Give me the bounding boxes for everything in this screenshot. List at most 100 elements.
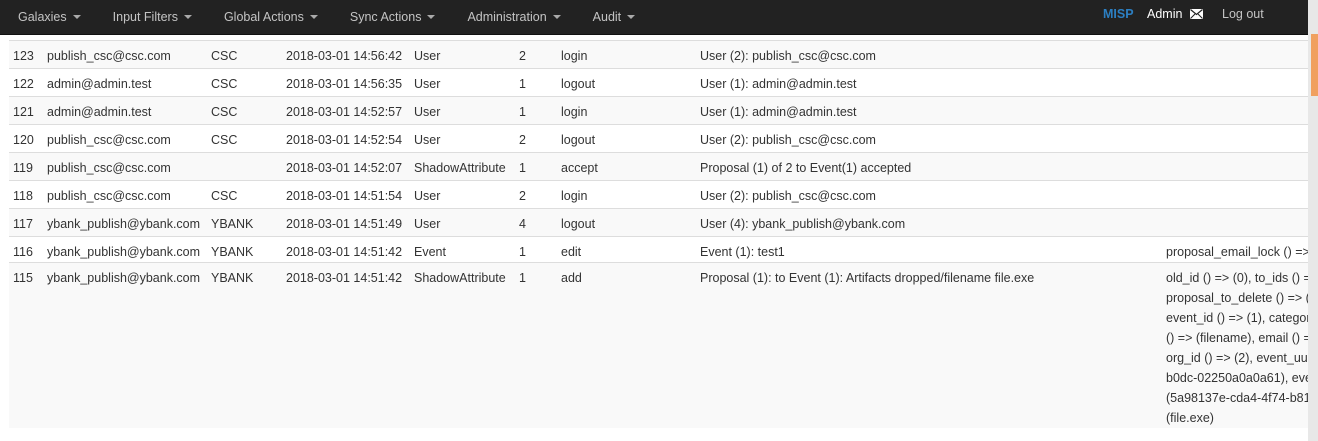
log-model-id: 1 xyxy=(519,262,561,428)
log-change-line: proposal_email_lock () => xyxy=(1166,245,1308,259)
table-row: 120 publish_csc@csc.com CSC 2018-03-01 14:5… xyxy=(9,124,1308,153)
caret-down-icon xyxy=(552,15,561,19)
log-email: publish_csc@csc.com xyxy=(47,180,211,209)
log-model-id: 1 xyxy=(519,68,561,97)
menu-sync-actions[interactable]: Sync Actions xyxy=(332,0,450,34)
menu-galaxies-label: Galaxies xyxy=(18,10,67,24)
menu-galaxies[interactable]: Galaxies xyxy=(0,0,95,34)
log-created: 2018-03-01 14:51:42 xyxy=(286,236,414,263)
log-model: ShadowAttribute xyxy=(414,262,519,428)
log-change-line: old_id () => (0), to_ids () => xyxy=(1166,271,1308,285)
menu-sync-actions-label: Sync Actions xyxy=(349,10,422,24)
log-change-line: proposal_to_delete () => (0 xyxy=(1166,291,1308,305)
scrollbar-thumb[interactable] xyxy=(1311,34,1318,96)
log-change xyxy=(1166,152,1308,181)
log-id: 120 xyxy=(9,124,47,153)
log-model: User xyxy=(414,68,519,97)
log-change xyxy=(1166,68,1308,97)
log-change xyxy=(1166,180,1308,209)
log-title: User (2): publish_csc@csc.com xyxy=(700,124,1166,153)
log-model: User xyxy=(414,180,519,209)
log-model: User xyxy=(414,124,519,153)
caret-down-icon xyxy=(183,15,192,19)
log-created: 2018-03-01 14:52:07 xyxy=(286,152,414,181)
log-model: Event xyxy=(414,236,519,263)
log-model: User xyxy=(414,96,519,125)
log-id: 117 xyxy=(9,208,47,237)
log-id: 121 xyxy=(9,96,47,125)
audit-log-table: 123 publish_csc@csc.com CSC 2018-03-01 14:5… xyxy=(9,40,1308,428)
top-navbar: Galaxies Input Filters Global Actions Sy… xyxy=(0,0,1308,35)
log-action: accept xyxy=(561,152,700,181)
log-title: User (4): ybank_publish@ybank.com xyxy=(700,208,1166,237)
log-title: Proposal (1) of 2 to Event(1) accepted xyxy=(700,152,1166,181)
table-row: 118 publish_csc@csc.com CSC 2018-03-01 14:5… xyxy=(9,180,1308,209)
log-title: Proposal (1): to Event (1): Artifacts dr… xyxy=(700,262,1166,428)
log-org: YBANK xyxy=(211,262,286,428)
log-model-id: 2 xyxy=(519,40,561,69)
log-model-id: 2 xyxy=(519,124,561,153)
caret-down-icon xyxy=(627,15,636,19)
menu-global-actions[interactable]: Global Actions xyxy=(206,0,332,34)
log-model-id: 4 xyxy=(519,208,561,237)
menu-administration[interactable]: Administration xyxy=(449,0,574,34)
log-org: YBANK xyxy=(211,208,286,237)
log-email: publish_csc@csc.com xyxy=(47,40,211,69)
log-email: admin@admin.test xyxy=(47,96,211,125)
logout-link[interactable]: Log out xyxy=(1222,0,1264,28)
log-email: publish_csc@csc.com xyxy=(47,152,211,181)
log-change-line: (5a98137e-cda4-4f74-b81 xyxy=(1166,391,1308,405)
log-email: ybank_publish@ybank.com xyxy=(47,236,211,263)
log-id: 116 xyxy=(9,236,47,263)
log-title: User (2): publish_csc@csc.com xyxy=(700,180,1166,209)
log-org: YBANK xyxy=(211,236,286,263)
log-change xyxy=(1166,40,1308,69)
log-title: User (2): publish_csc@csc.com xyxy=(700,40,1166,69)
log-action: login xyxy=(561,40,700,69)
user-link[interactable]: Admin xyxy=(1147,0,1182,28)
log-org: CSC xyxy=(211,40,286,69)
log-change-line: b0dc-02250a0a0a61), even xyxy=(1166,371,1308,385)
log-id: 118 xyxy=(9,180,47,209)
menu-input-filters[interactable]: Input Filters xyxy=(95,0,206,34)
log-title: Event (1): test1 xyxy=(700,236,1166,263)
log-email: admin@admin.test xyxy=(47,68,211,97)
menu-audit-label: Audit xyxy=(592,10,622,24)
log-created: 2018-03-01 14:56:35 xyxy=(286,68,414,97)
log-action: logout xyxy=(561,68,700,97)
table-row: 119 publish_csc@csc.com 2018-03-01 14:52:0… xyxy=(9,152,1308,181)
caret-down-icon xyxy=(427,15,436,19)
log-created: 2018-03-01 14:52:57 xyxy=(286,96,414,125)
log-action: login xyxy=(561,96,700,125)
menu-administration-label: Administration xyxy=(467,10,547,24)
log-title: User (1): admin@admin.test xyxy=(700,96,1166,125)
log-email: ybank_publish@ybank.com xyxy=(47,262,211,428)
log-change xyxy=(1166,124,1308,153)
log-created: 2018-03-01 14:51:54 xyxy=(286,180,414,209)
log-org xyxy=(211,152,286,181)
log-change: proposal_email_lock () => xyxy=(1166,236,1308,263)
log-id: 123 xyxy=(9,40,47,69)
log-org: CSC xyxy=(211,124,286,153)
table-row: 117 ybank_publish@ybank.com YBANK 2018-03-0… xyxy=(9,208,1308,237)
log-action: logout xyxy=(561,124,700,153)
table-row: 116 ybank_publish@ybank.com YBANK 2018-03-0… xyxy=(9,236,1308,263)
caret-down-icon xyxy=(309,15,318,19)
log-org: CSC xyxy=(211,96,286,125)
audit-log-table-container: 123 publish_csc@csc.com CSC 2018-03-01 14:5… xyxy=(9,40,1308,441)
log-change xyxy=(1166,208,1308,237)
menu-audit[interactable]: Audit xyxy=(575,0,650,34)
log-title: User (1): admin@admin.test xyxy=(700,68,1166,97)
brand-link[interactable]: MISP xyxy=(1103,0,1134,28)
log-model: User xyxy=(414,40,519,69)
log-model-id: 1 xyxy=(519,236,561,263)
log-created: 2018-03-01 14:51:42 xyxy=(286,262,414,428)
nav-menu: Galaxies Input Filters Global Actions Sy… xyxy=(0,0,649,34)
log-change-line: () => (filename), email () => xyxy=(1166,331,1308,345)
log-action: edit xyxy=(561,236,700,263)
log-model-id: 1 xyxy=(519,152,561,181)
log-model-id: 2 xyxy=(519,180,561,209)
log-model: User xyxy=(414,208,519,237)
log-action: login xyxy=(561,180,700,209)
envelope-icon[interactable] xyxy=(1190,0,1203,28)
